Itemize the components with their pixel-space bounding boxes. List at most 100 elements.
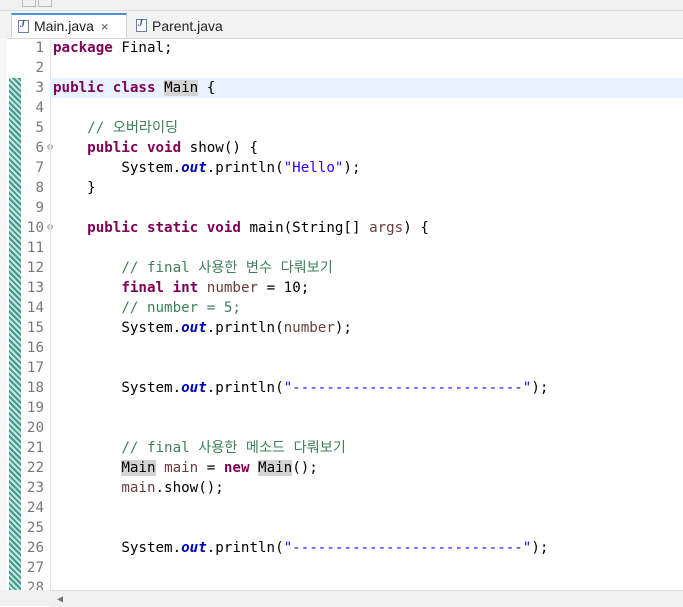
code-token: static [146,220,199,236]
line-number-text: 9 [35,200,44,216]
code-line[interactable] [50,558,683,578]
code-token: Final; [112,40,173,56]
line-number-text: 1 [35,40,44,56]
line-number-text: 2 [35,60,44,76]
line-number-text: 7 [35,160,44,176]
line-number: 4 [21,98,50,118]
line-number: 8 [21,178,50,198]
line-number-text: 16 [26,340,44,356]
code-token: public [53,80,105,96]
left-panel-edge [0,38,7,606]
code-line[interactable] [50,338,683,358]
code-line[interactable] [50,58,683,78]
scroll-left-arrow-icon[interactable]: ◀ [57,594,63,605]
code-line[interactable]: public static void main(String[] args) { [50,218,683,238]
java-file-icon [18,19,29,33]
code-line[interactable]: main.show(); [50,478,683,498]
line-number-text: 27 [26,560,44,576]
code-token: ); [531,540,549,556]
line-number: 27 [21,558,50,578]
overview-ruler-change-marker [9,78,21,590]
line-number-text: 13 [26,280,44,296]
line-number: 1 [21,38,50,58]
code-token: // final 사용한 메소드 다뤄보기 [121,440,346,456]
line-number-text: 17 [26,360,44,376]
code-token: // final 사용한 변수 다뤄보기 [121,260,333,276]
code-token: show() { [181,140,259,156]
code-token: Main [121,460,156,476]
code-token: { [198,80,216,96]
code-token: number [206,280,259,296]
code-line[interactable]: // final 사용한 변수 다뤄보기 [50,258,683,278]
line-number: 13 [21,278,50,298]
line-number: 23 [21,478,50,498]
code-line[interactable]: // 오버라이딩 [50,118,683,138]
java-file-icon [136,18,147,32]
line-number: 22 [21,458,50,478]
code-line[interactable]: Main main = new Main(); [50,458,683,478]
code-token: .println( [206,540,284,556]
code-token: class [112,80,156,96]
code-line[interactable] [50,498,683,518]
line-number: 11 [21,238,50,258]
line-number-gutter: 123456⊖78910⊖111213141516171819202122232… [21,38,53,596]
tab-main-java[interactable]: Main.java × [11,13,127,38]
code-line[interactable]: final int number = 10; [50,278,683,298]
current-code-line[interactable]: public class Main { [50,78,683,98]
code-line[interactable] [50,418,683,438]
code-line[interactable]: } [50,178,683,198]
code-token: .println( [206,320,284,336]
code-line[interactable]: // final 사용한 메소드 다뤄보기 [50,438,683,458]
line-number-text: 21 [26,440,44,456]
code-token: number [283,320,335,336]
code-line[interactable]: System.out.println("Hello"); [50,158,683,178]
code-token: new [223,460,250,476]
code-line[interactable]: System.out.println("--------------------… [50,538,683,558]
code-line[interactable] [50,518,683,538]
code-line[interactable]: public void show() { [50,138,683,158]
line-number: 20 [21,418,50,438]
line-number: 18 [21,378,50,398]
minimize-icon[interactable] [22,0,36,7]
line-number: 3 [21,78,50,98]
code-token: void [206,220,241,236]
code-token: .println( [206,380,284,396]
code-line[interactable]: System.out.println("--------------------… [50,378,683,398]
code-token: = 10; [258,280,310,296]
code-line[interactable] [50,98,683,118]
line-number: 24 [21,498,50,518]
maximize-icon[interactable] [38,0,52,7]
code-token: "---------------------------" [283,540,532,556]
line-number-text: 14 [26,300,44,316]
code-line[interactable] [50,198,683,218]
line-number-text: 22 [26,460,44,476]
code-token: .show(); [155,480,224,496]
code-line[interactable] [50,398,683,418]
close-icon[interactable]: × [101,19,109,34]
line-number-text: 19 [26,400,44,416]
window-top-strip [0,0,683,11]
line-number-text: 23 [26,480,44,496]
code-line[interactable] [50,578,683,590]
code-line[interactable]: // number = 5; [50,298,683,318]
code-line[interactable] [50,358,683,378]
code-line[interactable]: System.out.println(number); [50,318,683,338]
code-token: (); [292,460,318,476]
line-number-text: 24 [26,500,44,516]
code-token: ); [343,160,361,176]
code-line[interactable] [50,238,683,258]
horizontal-scrollbar[interactable]: ◀ [50,590,683,607]
code-line[interactable]: package Final; [50,38,683,58]
code-editor[interactable]: package Final; public class Main { // 오버라… [50,38,683,590]
line-number: 21 [21,438,50,458]
tab-parent-java[interactable]: Parent.java [130,13,230,38]
